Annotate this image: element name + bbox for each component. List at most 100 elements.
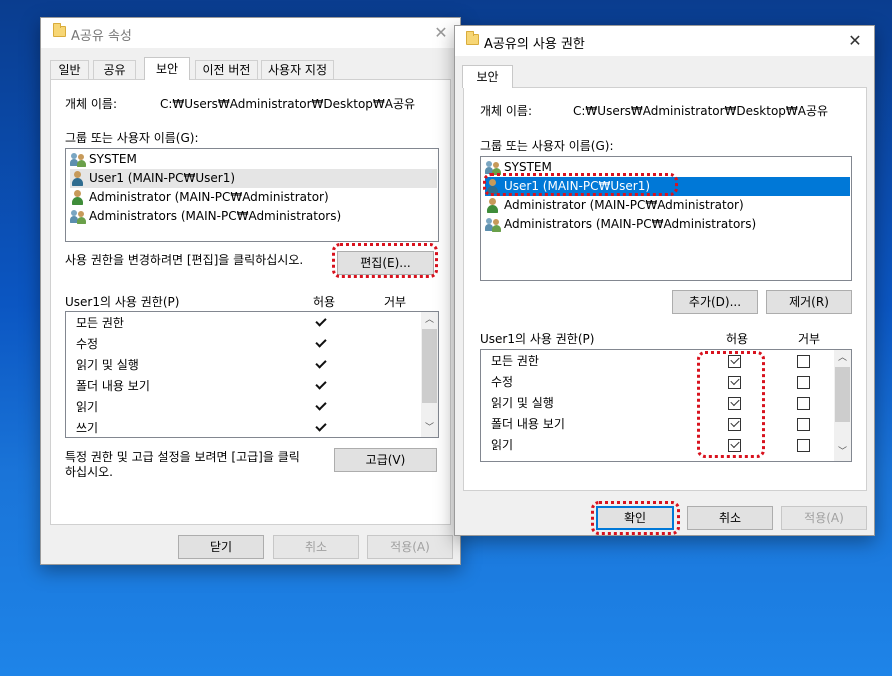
permissions-list: 모든 권한 수정 읽기 및 실행 폴더 내용 보기 읽기 ︿ ﹀	[480, 349, 852, 462]
close-icon[interactable]: ✕	[840, 28, 870, 54]
permission-row: 읽기	[66, 397, 438, 418]
object-name-label: 개체 이름:	[65, 97, 118, 111]
object-name-value: C:₩Users₩Administrator₩Desktop₩A공유	[160, 97, 416, 111]
scroll-thumb[interactable]	[835, 367, 850, 422]
permission-name: 모든 권한	[491, 354, 539, 368]
tab-strip: 보안	[462, 65, 522, 88]
list-item[interactable]: Administrator (MAIN-PC₩Administrator)	[70, 188, 437, 207]
tab-sharing[interactable]: 공유	[93, 60, 136, 79]
scroll-thumb[interactable]	[422, 329, 437, 403]
permission-name: 폴더 내용 보기	[76, 379, 150, 393]
user-name: User1 (MAIN-PC₩User1)	[504, 179, 651, 193]
deny-header: 거부	[798, 332, 821, 346]
list-item[interactable]: Administrator (MAIN-PC₩Administrator)	[485, 196, 850, 215]
permission-name: 읽기 및 실행	[491, 396, 554, 410]
user-icon	[485, 178, 501, 194]
group-list-label: 그룹 또는 사용자 이름(G):	[480, 139, 614, 153]
permission-row: 읽기	[481, 435, 851, 456]
advanced-button[interactable]: 고급(V)	[334, 448, 437, 472]
scroll-down-icon[interactable]: ﹀	[421, 420, 438, 437]
tab-previous-versions[interactable]: 이전 버전	[195, 60, 258, 79]
allow-checkbox[interactable]	[728, 355, 741, 368]
security-panel: 개체 이름: C:₩Users₩Administrator₩Desktop₩A공…	[463, 87, 867, 491]
user-listbox[interactable]: SYSTEM User1 (MAIN-PC₩User1) Administrat…	[65, 148, 439, 242]
permission-row: 쓰기	[66, 418, 438, 437]
user-name: Administrator (MAIN-PC₩Administrator)	[89, 190, 329, 204]
allow-checkbox[interactable]	[728, 376, 741, 389]
permission-row: 모든 권한	[66, 313, 438, 334]
list-item[interactable]: SYSTEM	[485, 158, 850, 177]
tab-customize[interactable]: 사용자 지정	[261, 60, 334, 79]
user-name: Administrators (MAIN-PC₩Administrators)	[89, 209, 342, 223]
permission-name: 쓰기	[76, 421, 99, 435]
permissions-scrollbar[interactable]: ︿ ﹀	[834, 350, 851, 461]
list-item-selected[interactable]: User1 (MAIN-PC₩User1)	[485, 177, 850, 196]
list-item[interactable]: User1 (MAIN-PC₩User1)	[70, 169, 437, 188]
user-name: Administrator (MAIN-PC₩Administrator)	[504, 198, 744, 212]
allow-check-icon	[315, 336, 327, 348]
tab-security[interactable]: 보안	[144, 57, 190, 80]
permissions-dialog: A공유의 사용 권한 ✕ 보안 개체 이름: C:₩Users₩Administ…	[454, 25, 875, 536]
permission-row: 수정	[481, 372, 851, 393]
list-item[interactable]: SYSTEM	[70, 150, 437, 169]
allow-header: 허용	[726, 332, 749, 346]
permission-name: 수정	[491, 375, 514, 389]
allow-check-icon	[315, 315, 327, 327]
remove-button[interactable]: 제거(R)	[766, 290, 852, 314]
permission-name: 모든 권한	[76, 316, 124, 330]
folder-icon	[53, 23, 66, 37]
permission-row: 폴더 내용 보기	[481, 414, 851, 435]
deny-checkbox[interactable]	[797, 397, 810, 410]
object-name-value: C:₩Users₩Administrator₩Desktop₩A공유	[573, 104, 829, 118]
list-item[interactable]: Administrators (MAIN-PC₩Administrators)	[70, 207, 437, 226]
list-item[interactable]: Administrators (MAIN-PC₩Administrators)	[485, 215, 850, 234]
cancel-button[interactable]: 취소	[687, 506, 773, 530]
scroll-down-icon[interactable]: ﹀	[834, 444, 851, 461]
allow-checkbox[interactable]	[728, 439, 741, 452]
close-icon[interactable]: ✕	[426, 20, 456, 46]
ok-button[interactable]: 확인	[596, 506, 674, 530]
tab-security[interactable]: 보안	[462, 65, 513, 88]
permissions-scrollbar[interactable]: ︿ ﹀	[421, 312, 438, 437]
allow-header: 허용	[313, 295, 336, 309]
user-name: User1 (MAIN-PC₩User1)	[89, 171, 236, 185]
apply-button[interactable]: 적용(A)	[781, 506, 867, 530]
scroll-up-icon[interactable]: ︿	[834, 350, 851, 367]
permission-name: 폴더 내용 보기	[491, 417, 565, 431]
permission-name: 읽기 및 실행	[76, 358, 139, 372]
apply-button[interactable]: 적용(A)	[367, 535, 453, 559]
edit-hint: 사용 권한을 변경하려면 [편집]을 클릭하십시오.	[65, 253, 304, 267]
object-name-label: 개체 이름:	[480, 104, 533, 118]
permission-row: 읽기 및 실행	[481, 393, 851, 414]
permissions-titlebar: A공유의 사용 권한 ✕	[455, 26, 874, 56]
permission-name: 수정	[76, 337, 99, 351]
window-title: A공유 속성	[71, 29, 132, 44]
properties-titlebar: A공유 속성 ✕	[41, 18, 460, 48]
add-button[interactable]: 추가(D)...	[672, 290, 758, 314]
allow-checkbox[interactable]	[728, 397, 741, 410]
permission-row: 수정	[66, 334, 438, 355]
permissions-list: 모든 권한 수정 읽기 및 실행 폴더 내용 보기 읽기 쓰기 ︿ ﹀	[65, 311, 439, 438]
allow-check-icon	[315, 357, 327, 369]
permission-name: 읽기	[491, 438, 514, 452]
deny-checkbox[interactable]	[797, 439, 810, 452]
user-group-icon	[485, 216, 501, 232]
scroll-up-icon[interactable]: ︿	[421, 312, 438, 329]
user-listbox[interactable]: SYSTEM User1 (MAIN-PC₩User1) Administrat…	[480, 156, 852, 281]
permission-row: 폴더 내용 보기	[66, 376, 438, 397]
user-icon	[70, 189, 86, 205]
deny-checkbox[interactable]	[797, 376, 810, 389]
tab-strip: 일반 공유 보안 이전 버전 사용자 지정	[50, 57, 450, 80]
permissions-label: User1의 사용 권한(P)	[65, 295, 180, 309]
cancel-button[interactable]: 취소	[273, 535, 359, 559]
edit-button[interactable]: 편집(E)...	[337, 251, 434, 275]
deny-checkbox[interactable]	[797, 418, 810, 431]
user-name: SYSTEM	[504, 160, 552, 174]
allow-check-icon	[315, 399, 327, 411]
allow-checkbox[interactable]	[728, 418, 741, 431]
permission-row: 모든 권한	[481, 351, 851, 372]
deny-checkbox[interactable]	[797, 355, 810, 368]
close-button[interactable]: 닫기	[178, 535, 264, 559]
window-title: A공유의 사용 권한	[484, 37, 585, 52]
tab-general[interactable]: 일반	[50, 60, 89, 79]
